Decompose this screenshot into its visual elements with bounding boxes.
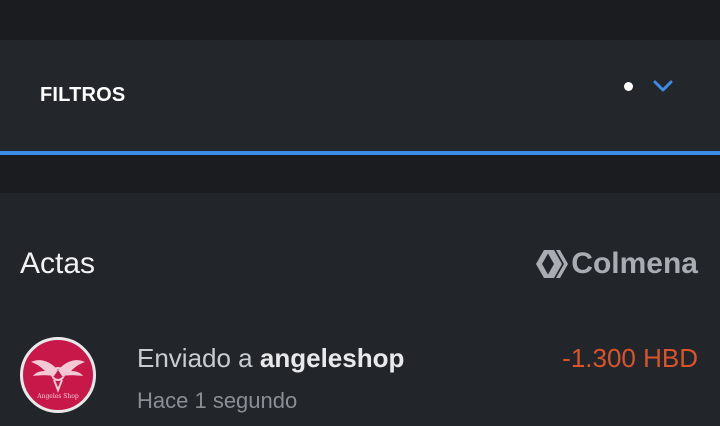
transaction-time: Hace 1 segundo: [137, 388, 298, 413]
svg-text:Angeles Shop: Angeles Shop: [36, 393, 79, 400]
hive-logo-icon: [536, 250, 569, 278]
filters-label[interactable]: FILTROS: [40, 84, 125, 107]
chevron-down-icon[interactable]: [652, 78, 674, 94]
transaction-username[interactable]: angeleshop: [260, 343, 404, 373]
angel-wings-logo: Angeles Shop: [31, 360, 85, 400]
transactions-card: [0, 193, 720, 426]
section-gap: [0, 155, 720, 193]
dot-icon: [624, 82, 633, 91]
transaction-description: Enviado a angeleshop: [137, 343, 404, 374]
brand: Colmena: [535, 247, 698, 281]
avatar[interactable]: Angeles Shop: [20, 337, 96, 413]
section-title: Actas: [20, 247, 96, 280]
brand-name: Colmena: [571, 247, 698, 280]
top-strip: [0, 0, 720, 40]
transaction-prefix: Enviado a: [137, 343, 253, 373]
transaction-amount: -1.300 HBD: [562, 343, 698, 373]
